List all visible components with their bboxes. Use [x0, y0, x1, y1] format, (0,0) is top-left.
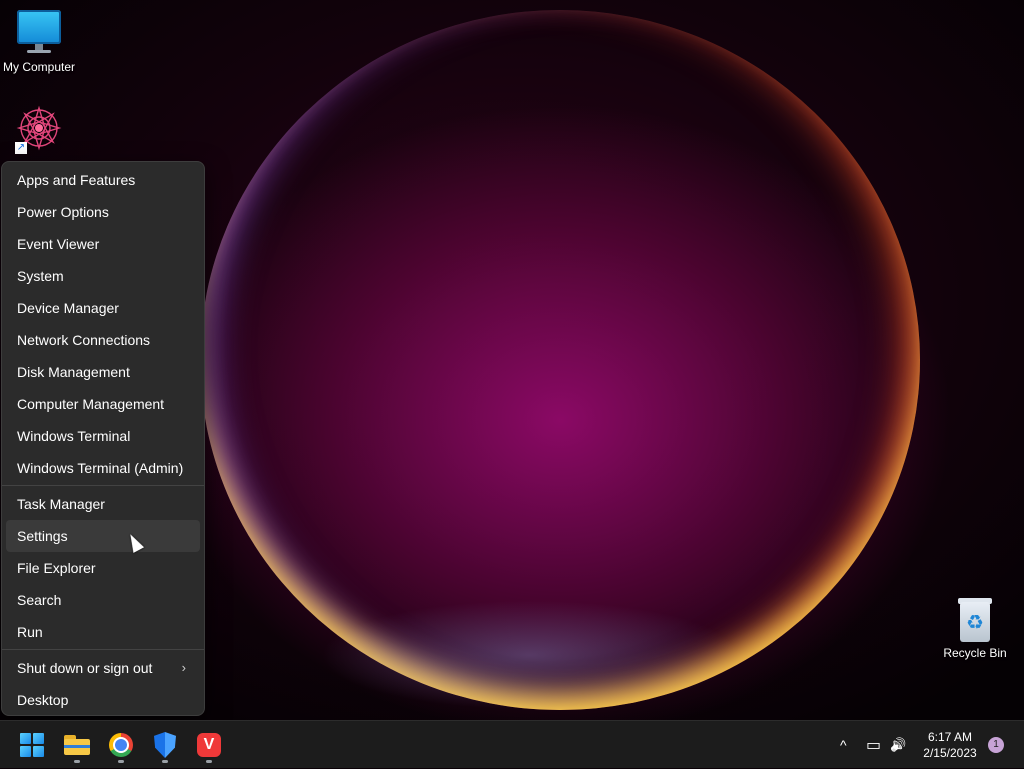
- menu-separator: [2, 485, 204, 486]
- desktop-icon-shortcut[interactable]: ↗: [0, 104, 79, 154]
- tray-network-button[interactable]: ▭: [866, 721, 881, 769]
- taskbar: V ^ ▭ 🔊 6:17 AM 2/15/2023 1: [0, 720, 1024, 768]
- menu-item-label: Shut down or sign out: [17, 660, 153, 676]
- clock-time: 6:17 AM: [927, 730, 973, 744]
- running-indicator: [74, 760, 80, 763]
- windows-start-icon: [20, 733, 44, 757]
- desktop-icon-my-computer[interactable]: My Computer: [0, 10, 79, 74]
- windows-security-icon: [154, 732, 176, 758]
- menu-separator: [2, 649, 204, 650]
- menu-item-run[interactable]: Run: [6, 616, 200, 648]
- running-indicator: [206, 760, 212, 763]
- desktop-icon-recycle-bin[interactable]: ♻ Recycle Bin: [935, 596, 1015, 660]
- tray-volume-button[interactable]: 🔊: [890, 721, 906, 769]
- taskbar-clock[interactable]: 6:17 AM 2/15/2023: [910, 729, 990, 761]
- clock-date: 2/15/2023: [923, 746, 977, 760]
- vivaldi-icon: V: [197, 733, 221, 757]
- taskbar-windows-security[interactable]: [145, 725, 185, 765]
- monitor-icon: [17, 10, 61, 56]
- menu-item-file-explorer[interactable]: File Explorer: [6, 552, 200, 584]
- mandala-shortcut-icon: ↗: [15, 104, 63, 154]
- shortcut-arrow-icon: ↗: [15, 142, 27, 154]
- recycle-bin-icon: ♻: [956, 596, 994, 642]
- menu-item-desktop[interactable]: Desktop: [6, 684, 200, 716]
- winx-context-menu: Apps and Features Power Options Event Vi…: [1, 161, 205, 716]
- menu-item-power-options[interactable]: Power Options: [6, 196, 200, 228]
- menu-item-disk-management[interactable]: Disk Management: [6, 356, 200, 388]
- menu-item-device-manager[interactable]: Device Manager: [6, 292, 200, 324]
- wallpaper-glow: [320, 600, 740, 710]
- notification-badge[interactable]: 1: [988, 737, 1004, 753]
- running-indicator: [162, 760, 168, 763]
- chrome-icon: [109, 733, 133, 757]
- menu-item-settings[interactable]: Settings: [6, 520, 200, 552]
- menu-item-apps-and-features[interactable]: Apps and Features: [6, 164, 200, 196]
- menu-item-network-connections[interactable]: Network Connections: [6, 324, 200, 356]
- taskbar-file-explorer[interactable]: [57, 725, 97, 765]
- chevron-up-icon: ^: [840, 737, 847, 753]
- menu-item-computer-management[interactable]: Computer Management: [6, 388, 200, 420]
- network-icon: ▭: [866, 737, 882, 754]
- taskbar-vivaldi[interactable]: V: [189, 725, 229, 765]
- taskbar-chrome[interactable]: [101, 725, 141, 765]
- start-button[interactable]: [12, 725, 52, 765]
- volume-icon: 🔊: [890, 737, 907, 752]
- menu-item-search[interactable]: Search: [6, 584, 200, 616]
- menu-item-windows-terminal[interactable]: Windows Terminal: [6, 420, 200, 452]
- menu-item-windows-terminal-admin[interactable]: Windows Terminal (Admin): [6, 452, 200, 484]
- file-explorer-icon: [64, 735, 90, 755]
- menu-item-shut-down-or-sign-out[interactable]: Shut down or sign out ›: [6, 652, 200, 684]
- chevron-right-icon: ›: [181, 660, 186, 675]
- desktop-icon-label: Recycle Bin: [943, 646, 1007, 660]
- running-indicator: [118, 760, 124, 763]
- menu-item-task-manager[interactable]: Task Manager: [6, 488, 200, 520]
- tray-overflow-button[interactable]: ^: [840, 721, 847, 769]
- menu-item-event-viewer[interactable]: Event Viewer: [6, 228, 200, 260]
- desktop-icon-label: My Computer: [2, 60, 76, 74]
- menu-item-system[interactable]: System: [6, 260, 200, 292]
